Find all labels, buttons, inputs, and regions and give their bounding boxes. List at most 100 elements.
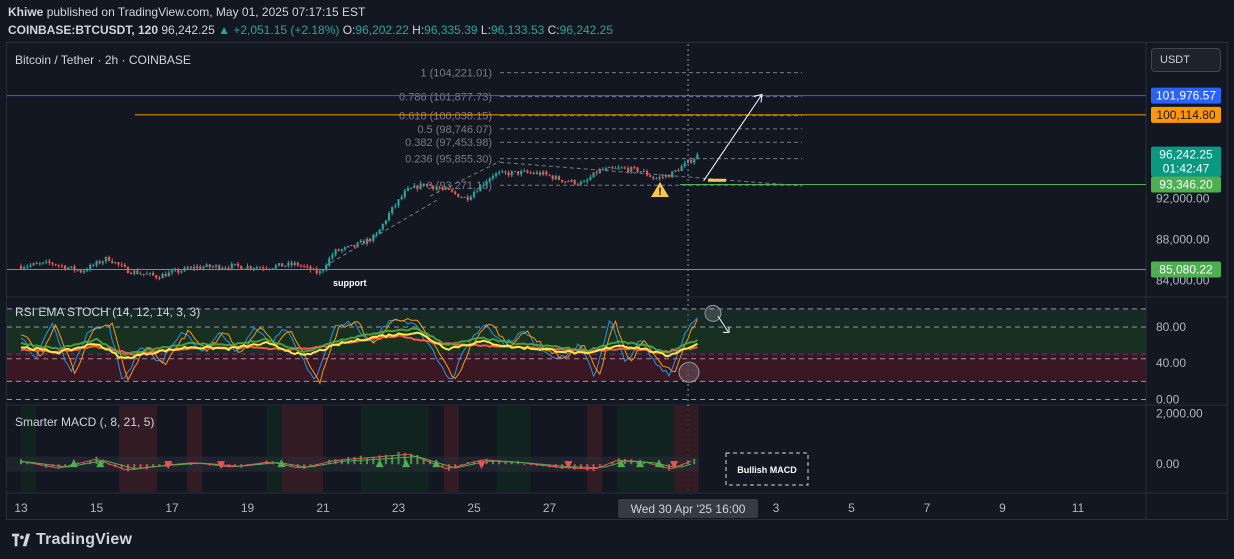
cursor-time-label: Wed 30 Apr '25 16:00 xyxy=(631,502,746,516)
candle-body xyxy=(608,167,611,169)
candle-body xyxy=(460,197,463,199)
macd-zone xyxy=(443,406,459,492)
candle-body xyxy=(601,169,605,171)
level-price-label: 100,114.80 xyxy=(1156,108,1215,122)
macd-zone xyxy=(617,406,675,492)
candle-body xyxy=(538,172,542,175)
candle-body xyxy=(633,167,636,169)
candle-body xyxy=(516,171,520,175)
currency-button[interactable]: USDT xyxy=(1151,48,1221,72)
candle-body xyxy=(526,170,529,173)
candle-body xyxy=(645,171,649,176)
candle-body xyxy=(560,179,564,182)
candle-body xyxy=(343,247,347,250)
candle-body xyxy=(152,272,155,276)
candle-body xyxy=(542,171,545,175)
candle-body xyxy=(67,267,70,270)
candle-body xyxy=(76,270,79,272)
macd-zone xyxy=(674,406,699,492)
candle-body xyxy=(139,273,142,275)
candle-body xyxy=(683,163,686,167)
candle-body xyxy=(174,269,177,271)
candle-body xyxy=(331,254,334,259)
candle-body xyxy=(378,229,381,234)
candle-body xyxy=(482,184,485,186)
candle-body xyxy=(214,265,218,267)
candle-body xyxy=(409,187,413,189)
candle-body xyxy=(218,265,221,270)
candle-body xyxy=(664,175,667,177)
candle-body xyxy=(652,176,655,179)
price-axis-tick: 92,000.00 xyxy=(1156,191,1210,205)
candle-body xyxy=(532,172,535,174)
candle-body xyxy=(281,263,284,267)
candle-body xyxy=(265,268,268,270)
candle-body xyxy=(340,249,343,251)
chart-canvas[interactable]: 1 (104,221.01) 0.786 (101,877.73) 0.618 (1… xyxy=(0,0,1234,559)
candle-body xyxy=(457,193,460,198)
candle-body xyxy=(192,266,196,269)
candle-body xyxy=(428,184,432,186)
candle-body xyxy=(375,233,378,236)
macd-bar xyxy=(391,455,394,465)
candle-body xyxy=(472,192,476,197)
candle-body xyxy=(567,181,570,183)
candle-body xyxy=(592,172,595,178)
candle-body xyxy=(19,266,23,269)
candle-body xyxy=(202,266,205,269)
candle-body xyxy=(274,265,277,269)
candle-body xyxy=(161,273,164,279)
candle-body xyxy=(177,269,180,273)
candle-body xyxy=(347,245,350,248)
candle-body xyxy=(680,166,683,171)
candle-body xyxy=(130,273,133,275)
candle-body xyxy=(406,188,410,191)
candle-body xyxy=(95,261,98,266)
candle-body xyxy=(595,172,598,174)
candle-body xyxy=(328,258,331,266)
candle-body xyxy=(413,185,416,188)
candle-body xyxy=(205,264,208,267)
candle-body xyxy=(438,187,441,189)
candles xyxy=(19,152,699,281)
macd-zone xyxy=(496,406,531,492)
candle-body xyxy=(576,184,579,186)
candle-body xyxy=(513,171,516,173)
brand-name: TradingView xyxy=(36,531,133,548)
candle-body xyxy=(101,261,104,264)
candle-body xyxy=(287,262,290,266)
candle-body xyxy=(164,273,167,277)
candle-body xyxy=(642,171,645,173)
candle-body xyxy=(598,169,601,174)
candle-body xyxy=(70,266,73,268)
candle-body xyxy=(82,270,86,273)
candle-body xyxy=(693,159,696,163)
candle-body xyxy=(488,178,491,182)
candle-body xyxy=(649,175,652,177)
candle-body xyxy=(658,176,661,179)
candle-body xyxy=(677,170,680,172)
candle-body xyxy=(243,268,246,270)
macd-zone xyxy=(187,406,203,492)
candle-body xyxy=(384,220,388,224)
candle-body xyxy=(290,262,293,265)
candle-body xyxy=(126,266,130,274)
candle-body xyxy=(325,265,328,270)
candle-body xyxy=(400,196,403,200)
candle-body xyxy=(318,271,321,274)
candle-body xyxy=(523,170,526,172)
candle-body xyxy=(208,264,211,268)
candle-body xyxy=(57,265,60,267)
candle-body xyxy=(535,172,539,174)
fib-level-label: 1 (104,221.01) xyxy=(420,68,492,80)
fib-level-label: 0.382 (97,453.98) xyxy=(405,137,492,149)
candle-body xyxy=(337,249,340,251)
footer: TradingView xyxy=(0,522,1234,559)
brand[interactable]: TradingView xyxy=(12,531,132,549)
entry-marker xyxy=(708,178,726,182)
macd-bar xyxy=(693,458,696,465)
candle-body xyxy=(479,185,482,192)
candle-body xyxy=(183,267,186,271)
candle-body xyxy=(114,262,117,264)
candle-body xyxy=(485,181,488,185)
